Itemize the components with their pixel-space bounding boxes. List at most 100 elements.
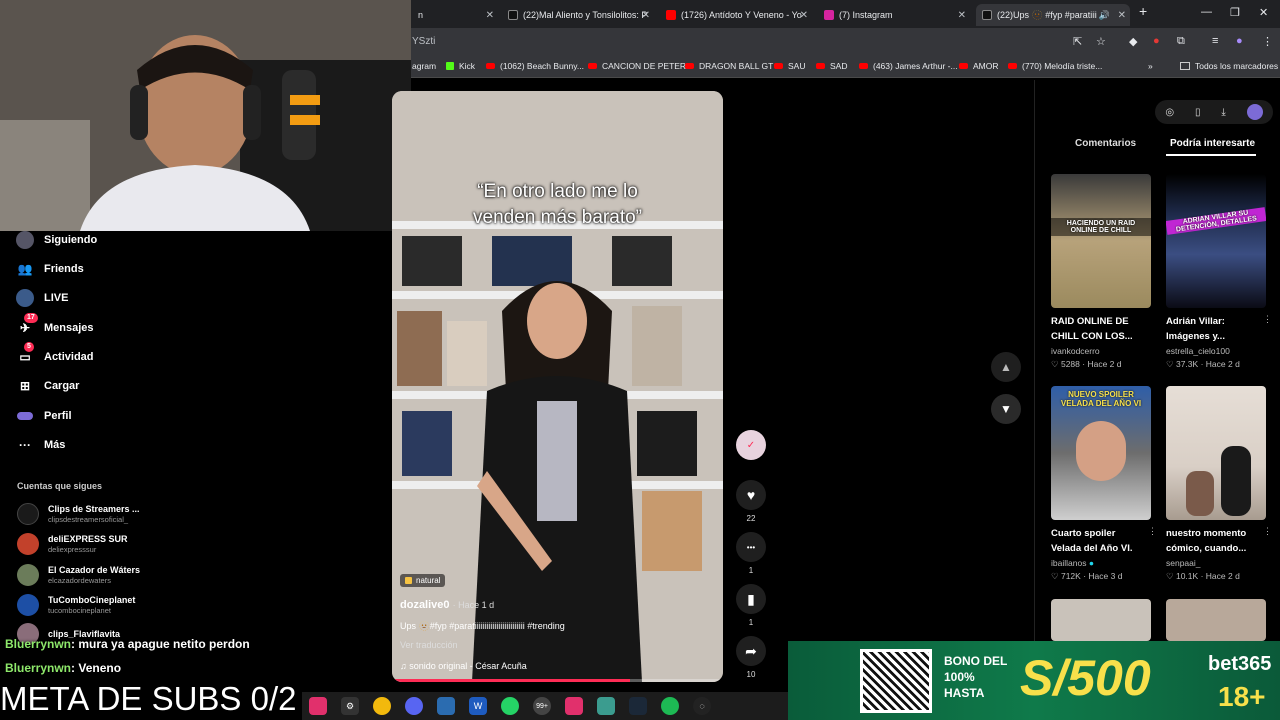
tab-suggested[interactable]: Podría interesarte: [1170, 138, 1255, 149]
video-thumbnail[interactable]: [1166, 599, 1266, 641]
browser-tab[interactable]: n ✕: [412, 4, 498, 26]
discord-icon[interactable]: [405, 697, 423, 715]
nav-profile[interactable]: Perfil: [16, 407, 72, 425]
video-thumbnail[interactable]: [1051, 599, 1151, 641]
phone-icon[interactable]: ▯: [1195, 107, 1201, 118]
creator-avatar[interactable]: ✓: [733, 430, 769, 460]
video-progress[interactable]: [392, 679, 723, 682]
menu-icon[interactable]: ⋮: [1262, 35, 1273, 48]
youtube-icon: [816, 63, 825, 69]
profile-icon[interactable]: ●: [1236, 35, 1243, 47]
bookmark-button[interactable]: ▮ 1: [733, 584, 769, 627]
close-icon[interactable]: ✕: [642, 10, 650, 21]
chevron-down-icon[interactable]: ▼: [991, 394, 1021, 424]
youtube-icon: [959, 63, 968, 69]
nav-messages[interactable]: ✈ 17 Mensajes: [16, 313, 94, 337]
nav-more[interactable]: ··· Más: [16, 436, 65, 454]
card-author-row[interactable]: ibaillanos ●: [1051, 558, 1151, 568]
nav-activity[interactable]: ▭ 5 Actividad: [16, 342, 94, 366]
suggested-video-card[interactable]: NUEVO SPOILER VELADA DEL AÑO VI Cuarto s…: [1051, 386, 1157, 582]
new-tab-button[interactable]: +: [1139, 3, 1147, 19]
bookmark[interactable]: (1062) Beach Bunny...: [486, 61, 584, 71]
card-author[interactable]: senpaai_: [1166, 558, 1266, 568]
word-icon[interactable]: W: [469, 697, 487, 715]
nav-live[interactable]: LIVE: [16, 289, 68, 307]
bookmark[interactable]: DRAGON BALL GT: [685, 61, 773, 71]
card-author[interactable]: estrella_cielo100: [1166, 346, 1266, 356]
account-handle: deliexpresssur: [48, 545, 97, 554]
all-bookmarks[interactable]: Todos los marcadores: [1180, 61, 1278, 71]
like-button[interactable]: ♥ 22: [733, 480, 769, 523]
more-options-icon[interactable]: ⋮: [1148, 526, 1157, 537]
app-icon[interactable]: ⚙: [341, 697, 359, 715]
bookmark[interactable]: (770) Melodía triste...: [1008, 61, 1102, 71]
bookmarks-overflow[interactable]: »: [1148, 61, 1153, 71]
speaker-icon[interactable]: 🔊: [1099, 10, 1110, 21]
star-icon[interactable]: ☆: [1096, 35, 1106, 48]
spotify-icon[interactable]: [661, 697, 679, 715]
upload-icon: ⊞: [19, 379, 31, 393]
nav-friends[interactable]: 👥 Friends: [16, 260, 84, 278]
followed-account[interactable]: deliEXPRESS SUR deliexpresssur: [17, 533, 128, 555]
puzzle-icon[interactable]: ⧉: [1177, 35, 1185, 48]
sound-link[interactable]: ♫ sonido original - César Acuña: [400, 661, 710, 671]
translate-link[interactable]: Ver traducción: [400, 640, 710, 650]
url-field[interactable]: YSzti: [412, 36, 435, 47]
nav-following[interactable]: Siguiendo: [16, 231, 97, 249]
extension-icon[interactable]: ◆: [1129, 35, 1137, 48]
suggested-video-card[interactable]: nuestro momento cómico, cuando... senpaai…: [1166, 386, 1272, 582]
close-icon[interactable]: ✕: [800, 10, 808, 21]
bookmark[interactable]: AMOR: [959, 61, 999, 71]
video-tag[interactable]: natural: [400, 574, 446, 587]
compass-icon[interactable]: ◎: [1165, 107, 1174, 118]
chevron-up-icon[interactable]: ▲: [991, 352, 1021, 382]
restore-icon[interactable]: ❐: [1230, 6, 1240, 19]
author-name[interactable]: dozalive0: [400, 599, 450, 611]
close-icon[interactable]: ✕: [958, 10, 966, 21]
install-icon[interactable]: ⇱: [1073, 35, 1082, 48]
suggested-video-card[interactable]: ADRIAN VILLAR SU DETENCIÓN, DETALLES Adr…: [1166, 174, 1272, 370]
card-title: Cuarto spoiler Velada del Año VI.: [1051, 526, 1151, 556]
more-options-icon[interactable]: ⋮: [1263, 314, 1272, 325]
bookmark[interactable]: SAU: [774, 61, 805, 71]
bookmark[interactable]: agram: [412, 61, 436, 71]
followed-account[interactable]: Clips de Streamers ... clipsdestreamersof…: [17, 503, 140, 525]
followed-account[interactable]: El Cazador de Wáters elcazadordewaters: [17, 564, 140, 586]
avatar[interactable]: [1246, 104, 1263, 120]
extension-icon[interactable]: ●: [1153, 35, 1160, 47]
bookmark[interactable]: Kick: [446, 61, 475, 71]
browser-tab[interactable]: (1726) Antídoto Y Veneno - Yo ✕: [660, 4, 812, 26]
app-icon[interactable]: [309, 697, 327, 715]
browser-tab-active[interactable]: (22)Ups 🫥 #fyp #paratiiii 🔊 ✕: [976, 4, 1130, 26]
download-icon[interactable]: ⤓: [1221, 107, 1225, 118]
tab-comments[interactable]: Comentarios: [1075, 138, 1136, 149]
notification-icon[interactable]: 99+: [533, 697, 551, 715]
card-author[interactable]: ivankodcerro: [1051, 346, 1151, 356]
followed-account[interactable]: TuComboCineplanet tucombocineplanet: [17, 594, 135, 616]
app-icon[interactable]: [565, 697, 583, 715]
chrome-icon[interactable]: [373, 697, 391, 715]
share-icon: ➦: [736, 636, 766, 666]
bookmark[interactable]: SAD: [816, 61, 847, 71]
media-icon[interactable]: ≡: [1212, 35, 1218, 47]
app-icon[interactable]: [597, 697, 615, 715]
steam-icon[interactable]: [629, 697, 647, 715]
bookmark[interactable]: (463) James Arthur -...: [859, 61, 958, 71]
obs-icon[interactable]: ◌: [693, 697, 711, 715]
close-icon[interactable]: ✕: [1118, 10, 1126, 21]
browser-tab[interactable]: (7) Instagram ✕: [818, 4, 970, 26]
comment-button[interactable]: ••• 1: [733, 532, 769, 575]
close-window-icon[interactable]: ✕: [1259, 6, 1268, 19]
suggested-video-card[interactable]: HACIENDO UN RAID ONLINE DE CHILL RAID ON…: [1051, 174, 1151, 370]
ad-banner[interactable]: BONO DEL 100% HASTA S/500 bet365 18+: [788, 641, 1280, 720]
whatsapp-icon[interactable]: [501, 697, 519, 715]
close-icon[interactable]: ✕: [486, 10, 494, 21]
more-options-icon[interactable]: ⋮: [1263, 526, 1272, 537]
video-player[interactable]: “En otro lado me lo venden más barato” n…: [392, 91, 723, 682]
browser-tab[interactable]: (22)Mal Aliento y Tonsilolitos: P ✕: [502, 4, 654, 26]
bookmark[interactable]: CANCION DE PETER: [588, 61, 686, 71]
share-button[interactable]: ➦ 10: [733, 636, 769, 679]
minimize-icon[interactable]: —: [1201, 6, 1212, 18]
calculator-icon[interactable]: [437, 697, 455, 715]
nav-upload[interactable]: ⊞ Cargar: [16, 377, 80, 395]
